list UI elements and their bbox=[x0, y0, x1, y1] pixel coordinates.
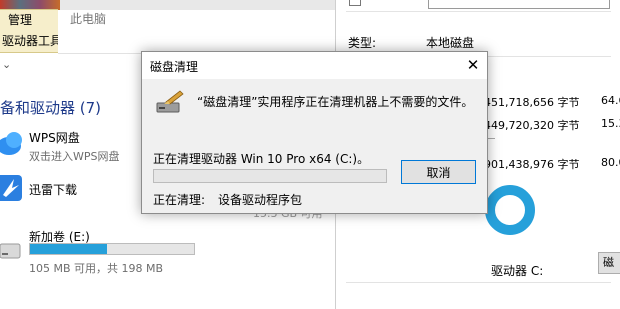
volume-e-usage-fill bbox=[30, 244, 108, 254]
dialog-title: 磁盘清理 bbox=[150, 60, 199, 74]
used-space-size: 64.6 bbox=[601, 94, 620, 107]
dialog-message: “磁盘清理”实用程序正在清理机器上不需要的文件。 bbox=[197, 95, 474, 109]
free-space-size: 15.3 bbox=[601, 117, 620, 130]
volume-e-capacity: 105 MB 可用，共 198 MB bbox=[29, 262, 164, 275]
cleanup-progress-bar bbox=[153, 169, 387, 183]
disk-usage-donut bbox=[484, 184, 536, 236]
tab-this-pc[interactable]: 此电脑 bbox=[70, 9, 106, 29]
capacity-size: 80.0 bbox=[601, 156, 620, 169]
cloud-icon bbox=[0, 128, 22, 158]
drive-c-label: 驱动器 C: bbox=[491, 264, 544, 278]
xunlei-download-name[interactable]: 迅雷下载 bbox=[29, 181, 77, 198]
hard-drive-icon bbox=[0, 236, 22, 266]
volume-e-usage-bar bbox=[29, 243, 195, 255]
wps-drive-subtitle: 双击进入WPS网盘 bbox=[29, 150, 120, 163]
cleaning-item-value: 设备驱动程序包 bbox=[218, 193, 303, 207]
chevron-down-icon[interactable]: ⌄ bbox=[2, 58, 11, 71]
properties-bottom-divider bbox=[346, 282, 611, 283]
tab-drive-tools[interactable]: 驱动器工具 bbox=[0, 31, 58, 53]
tab-manage[interactable]: 管理 bbox=[0, 9, 58, 31]
close-icon[interactable]: ✕ bbox=[460, 53, 486, 77]
type-label: 类型: bbox=[348, 36, 377, 50]
wps-drive-name[interactable]: WPS网盘 bbox=[29, 129, 80, 146]
disk-cleanup-dialog: 磁盘清理 ✕ “磁盘清理”实用程序正在清理机器上不需要的文件。 正在清理驱动器 … bbox=[141, 51, 488, 214]
disk-cleanup-button[interactable]: 磁 bbox=[598, 252, 620, 274]
cleaning-drive-status: 正在清理驱动器 Win 10 Pro x64 (C:)。 bbox=[153, 152, 370, 166]
broom-drive-icon bbox=[156, 89, 184, 115]
used-space-bytes: 451,718,656 字节 bbox=[484, 96, 580, 109]
capacity-bytes: 901,438,976 字节 bbox=[484, 158, 580, 171]
cleaning-item-label: 正在清理: bbox=[153, 193, 206, 207]
free-space-bytes: 449,720,320 字节 bbox=[484, 119, 580, 132]
type-value: 本地磁盘 bbox=[426, 36, 475, 50]
xunlei-bird-icon bbox=[0, 175, 22, 201]
drive-name-field[interactable] bbox=[428, 0, 610, 9]
devices-section-title[interactable]: 备和驱动器 (7) bbox=[0, 97, 101, 118]
drive-small-icon bbox=[349, 0, 361, 6]
cancel-button[interactable]: 取消 bbox=[401, 160, 476, 184]
